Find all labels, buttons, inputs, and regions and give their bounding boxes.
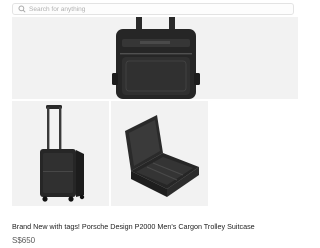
listing-photo-main[interactable]	[12, 17, 298, 99]
suitcase-front-image	[12, 17, 298, 99]
listing-price: S$650	[12, 236, 36, 245]
listing-photo-open[interactable]	[111, 101, 208, 206]
listing-title: Brand New with tags! Porsche Design P200…	[12, 222, 255, 231]
suitcase-upright-image	[12, 101, 109, 206]
search-icon	[17, 5, 26, 14]
listing-photo-upright[interactable]	[12, 101, 109, 206]
search-input[interactable]	[26, 4, 279, 14]
search-bar[interactable]	[12, 3, 294, 15]
suitcase-open-image	[111, 101, 208, 206]
